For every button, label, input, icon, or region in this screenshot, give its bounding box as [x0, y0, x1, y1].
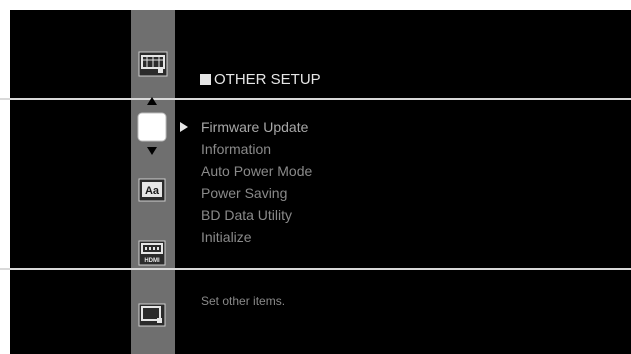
bottom-divider: [0, 268, 631, 270]
menu-item-initialize[interactable]: Initialize: [201, 227, 252, 247]
language-setup-icon[interactable]: Aa: [138, 178, 166, 202]
menu-item-firmware-update[interactable]: Firmware Update: [201, 117, 308, 137]
menu-item-bd-data-utility[interactable]: BD Data Utility: [201, 205, 292, 225]
page-title-text: OTHER SETUP: [214, 71, 321, 88]
selection-cursor-icon: [180, 122, 188, 132]
screen-background: [10, 10, 631, 354]
other-setup-icon[interactable]: [137, 112, 167, 142]
menu-item-power-saving[interactable]: Power Saving: [201, 183, 287, 203]
help-description: Set other items.: [201, 294, 286, 308]
menu-item-auto-power-mode[interactable]: Auto Power Mode: [201, 161, 312, 181]
menu-item-information[interactable]: Information: [201, 139, 271, 159]
top-divider: [0, 98, 631, 100]
title-square-icon: [200, 74, 211, 85]
svg-text:Aa: Aa: [145, 185, 160, 197]
picture-setup-icon[interactable]: [138, 51, 168, 77]
hdmi-icon-label: HDMI: [144, 258, 160, 264]
page-title: OTHER SETUP: [200, 71, 321, 88]
network-setup-icon[interactable]: [138, 303, 166, 327]
osd-setup-screen: Aa HDMI OTHER SETUP Firmware Update Info…: [0, 0, 631, 354]
scroll-down-arrow-icon[interactable]: [146, 146, 158, 156]
hdmi-setup-icon[interactable]: HDMI: [138, 240, 166, 266]
scroll-up-arrow-icon[interactable]: [146, 96, 158, 106]
